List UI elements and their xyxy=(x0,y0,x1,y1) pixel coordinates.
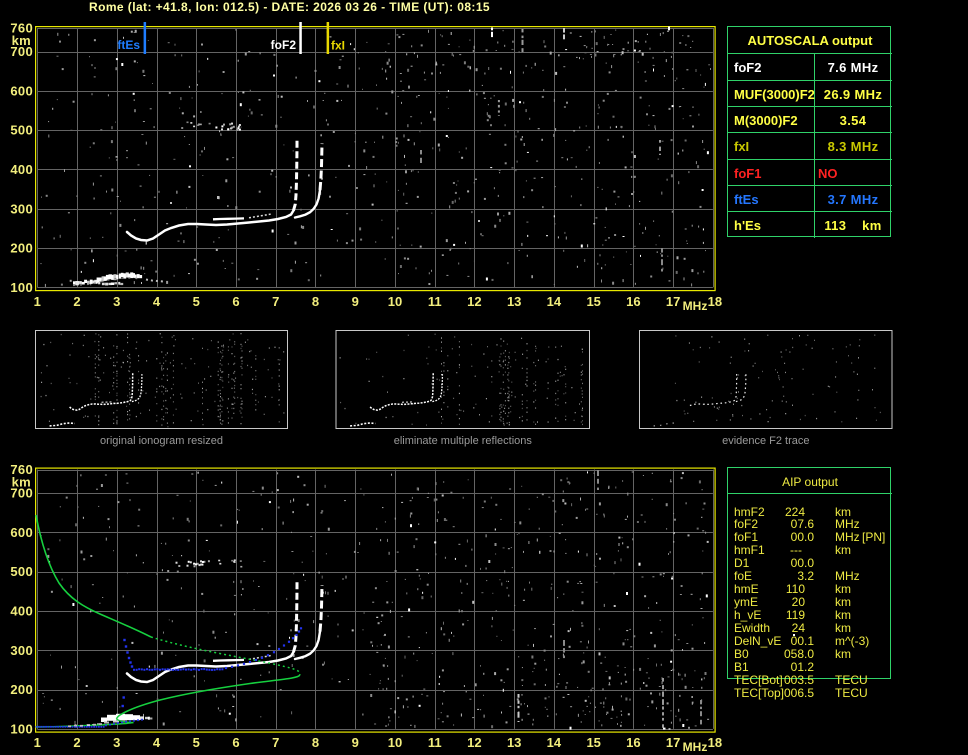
svg-text:14: 14 xyxy=(547,294,562,309)
svg-text:400: 400 xyxy=(10,162,33,177)
svg-text:11: 11 xyxy=(428,735,442,750)
svg-text:eliminate multiple reflections: eliminate multiple reflections xyxy=(394,435,533,447)
svg-text:MHz: MHz xyxy=(683,299,708,313)
svg-text:300: 300 xyxy=(10,643,33,658)
svg-text:evidence F2 trace: evidence F2 trace xyxy=(722,435,809,447)
svg-text:200: 200 xyxy=(10,241,33,256)
svg-text:4: 4 xyxy=(153,294,161,309)
svg-text:1: 1 xyxy=(34,735,41,750)
svg-text:200: 200 xyxy=(10,682,33,697)
svg-text:18: 18 xyxy=(708,735,722,750)
svg-text:700: 700 xyxy=(10,486,33,501)
svg-text:6: 6 xyxy=(232,294,239,309)
svg-text:10: 10 xyxy=(388,735,402,750)
svg-text:12: 12 xyxy=(467,735,481,750)
svg-text:17: 17 xyxy=(666,735,680,750)
svg-text:11: 11 xyxy=(428,294,442,309)
svg-text:foF2: foF2 xyxy=(271,38,297,52)
svg-text:12: 12 xyxy=(467,294,481,309)
svg-text:MHz: MHz xyxy=(683,740,708,754)
svg-text:500: 500 xyxy=(10,564,33,579)
svg-text:400: 400 xyxy=(10,604,33,619)
svg-text:9: 9 xyxy=(352,294,359,309)
svg-text:ftEs: ftEs xyxy=(117,38,140,52)
svg-text:100: 100 xyxy=(10,280,33,295)
svg-text:8: 8 xyxy=(312,294,319,309)
svg-text:fxI: fxI xyxy=(331,39,345,53)
svg-text:16: 16 xyxy=(626,735,640,750)
svg-text:2: 2 xyxy=(73,735,80,750)
svg-text:13: 13 xyxy=(507,294,521,309)
svg-text:600: 600 xyxy=(10,83,33,98)
svg-text:500: 500 xyxy=(10,123,33,138)
svg-text:original ionogram resized: original ionogram resized xyxy=(100,435,223,447)
svg-text:16: 16 xyxy=(626,294,640,309)
svg-text:4: 4 xyxy=(153,735,161,750)
svg-text:100: 100 xyxy=(10,721,33,736)
svg-text:14: 14 xyxy=(547,735,562,750)
svg-text:10: 10 xyxy=(388,294,402,309)
svg-text:5: 5 xyxy=(193,294,200,309)
svg-text:300: 300 xyxy=(10,201,33,216)
svg-text:1: 1 xyxy=(34,294,41,309)
svg-text:15: 15 xyxy=(586,294,600,309)
svg-text:5: 5 xyxy=(193,735,200,750)
svg-text:7: 7 xyxy=(272,294,279,309)
svg-text:9: 9 xyxy=(352,735,359,750)
svg-text:2: 2 xyxy=(73,294,80,309)
svg-text:18: 18 xyxy=(708,294,722,309)
svg-text:15: 15 xyxy=(586,735,600,750)
svg-text:8: 8 xyxy=(312,735,319,750)
svg-text:3: 3 xyxy=(113,294,120,309)
svg-text:700: 700 xyxy=(10,44,33,59)
svg-text:13: 13 xyxy=(507,735,521,750)
svg-text:3: 3 xyxy=(113,735,120,750)
svg-text:17: 17 xyxy=(666,294,680,309)
svg-text:6: 6 xyxy=(232,735,239,750)
svg-text:7: 7 xyxy=(272,735,279,750)
svg-text:600: 600 xyxy=(10,525,33,540)
